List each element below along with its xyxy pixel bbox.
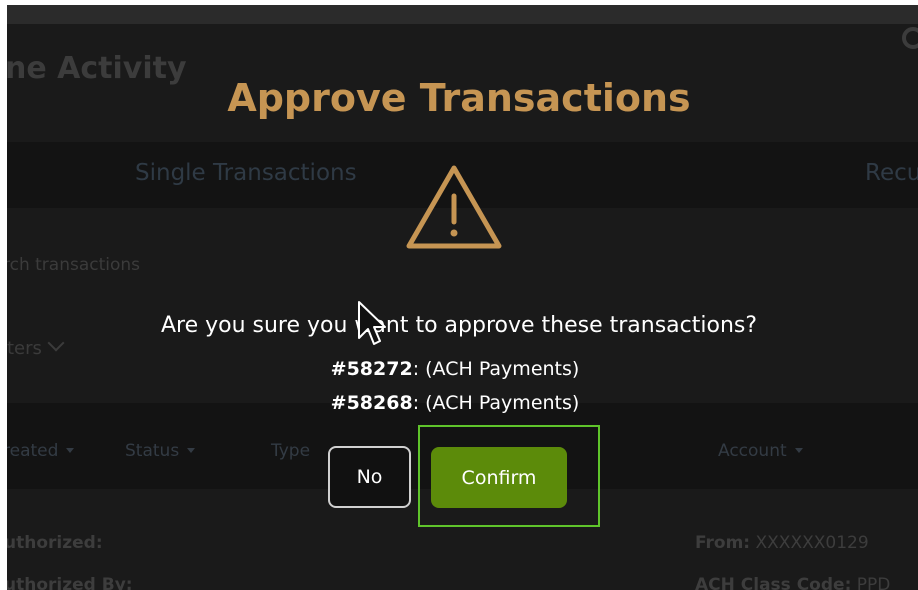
column-label: Status bbox=[125, 441, 180, 461]
authorized-by-label: uthorized By: bbox=[7, 575, 133, 590]
modal-title: Approve Transactions bbox=[227, 76, 691, 120]
sort-caret-icon bbox=[794, 448, 803, 453]
no-button[interactable]: No bbox=[328, 446, 411, 508]
column-created[interactable]: reated bbox=[7, 441, 75, 461]
confirm-question: Are you sure you want to approve these t… bbox=[160, 313, 758, 338]
column-account[interactable]: Account bbox=[718, 441, 803, 461]
tab-recurring[interactable]: Recu bbox=[865, 160, 918, 186]
authorized-label: uthorized: bbox=[7, 533, 103, 553]
from-value: XXXXXX0129 bbox=[755, 533, 869, 553]
ach-class-label: ACH Class Code: bbox=[695, 575, 852, 590]
gear-icon[interactable] bbox=[902, 27, 918, 49]
filters-toggle[interactable]: ters bbox=[7, 334, 65, 359]
filters-label: ters bbox=[7, 338, 42, 359]
column-label: Type bbox=[271, 441, 311, 461]
from-label: From: bbox=[695, 533, 751, 553]
transaction-detail: : (ACH Payments) bbox=[412, 358, 580, 380]
column-type[interactable]: Type bbox=[271, 441, 310, 461]
column-label: Account bbox=[718, 441, 787, 461]
sort-caret-icon bbox=[187, 448, 196, 453]
confirm-button[interactable]: Confirm bbox=[431, 447, 567, 508]
column-label: reated bbox=[7, 441, 59, 461]
transaction-detail: : (ACH Payments) bbox=[412, 392, 580, 414]
column-status[interactable]: Status bbox=[125, 441, 196, 461]
transaction-id: #58268 bbox=[330, 392, 413, 414]
sort-caret-icon bbox=[66, 448, 75, 453]
transaction-item: #58268: (ACH Payments) bbox=[0, 392, 910, 414]
mouse-pointer-icon bbox=[358, 301, 386, 345]
ach-class-code: ACH Class Code: PPD bbox=[695, 575, 890, 590]
tab-single-transactions[interactable]: Single Transactions bbox=[135, 160, 357, 186]
search-input[interactable]: rch transactions bbox=[7, 255, 140, 275]
top-strip bbox=[7, 5, 918, 24]
from-account: From: XXXXXX0129 bbox=[695, 533, 869, 553]
transaction-id: #58272 bbox=[330, 358, 413, 380]
ach-class-value: PPD bbox=[856, 575, 891, 590]
warning-triangle-icon bbox=[406, 165, 502, 249]
transaction-item: #58272: (ACH Payments) bbox=[0, 358, 910, 380]
